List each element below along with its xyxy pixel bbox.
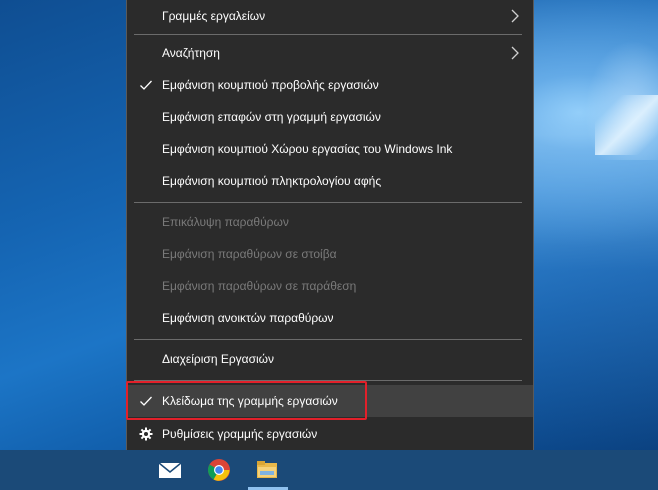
annotation-highlight-box	[126, 381, 367, 420]
chrome-icon[interactable]	[207, 458, 231, 482]
menu-item-label: Εμφάνιση κουμπιού Χώρου εργασίας του Win…	[162, 142, 453, 156]
menu-item-stack-windows: Εμφάνιση παραθύρων σε στοίβα	[127, 238, 533, 270]
menu-item-label: Επικάλυψη παραθύρων	[162, 215, 289, 229]
menu-item-show-task-view-button[interactable]: Εμφάνιση κουμπιού προβολής εργασιών	[127, 69, 533, 101]
menu-item-show-windows-ink-button[interactable]: Εμφάνιση κουμπιού Χώρου εργασίας του Win…	[127, 133, 533, 165]
menu-item-label: Εμφάνιση κουμπιού προβολής εργασιών	[162, 78, 379, 92]
menu-item-label: Ρυθμίσεις γραμμής εργασιών	[162, 427, 318, 441]
menu-item-side-by-side-windows: Εμφάνιση παραθύρων σε παράθεση	[127, 270, 533, 302]
wallpaper-light-streak	[595, 95, 658, 155]
menu-item-label: Εμφάνιση παραθύρων σε παράθεση	[162, 279, 357, 293]
menu-item-label: Εμφάνιση επαφών στη γραμμή εργασιών	[162, 110, 381, 124]
menu-item-label: Εμφάνιση παραθύρων σε στοίβα	[162, 247, 337, 261]
taskbar[interactable]	[0, 450, 658, 490]
menu-item-task-manager[interactable]: Διαχείριση Εργασιών	[127, 343, 533, 375]
file-explorer-icon[interactable]	[255, 458, 279, 482]
menu-item-label: Εμφάνιση κουμπιού πληκτρολογίου αφής	[162, 174, 382, 188]
menu-item-search[interactable]: Αναζήτηση	[127, 37, 533, 69]
menu-item-show-touch-keyboard-button[interactable]: Εμφάνιση κουμπιού πληκτρολογίου αφής	[127, 165, 533, 197]
chevron-right-icon	[511, 9, 519, 23]
chevron-right-icon	[511, 46, 519, 60]
menu-separator	[134, 202, 522, 203]
menu-item-label: Αναζήτηση	[162, 46, 220, 60]
menu-item-toolbars[interactable]: Γραμμές εργαλείων	[127, 0, 533, 32]
menu-item-show-desktop[interactable]: Εμφάνιση ανοικτών παραθύρων	[127, 302, 533, 334]
menu-item-taskbar-settings[interactable]: Ρυθμίσεις γραμμής εργασιών	[127, 418, 533, 450]
menu-item-label: Εμφάνιση ανοικτών παραθύρων	[162, 311, 334, 325]
menu-item-label: Γραμμές εργαλείων	[162, 9, 266, 23]
menu-item-show-people[interactable]: Εμφάνιση επαφών στη γραμμή εργασιών	[127, 101, 533, 133]
menu-separator	[134, 339, 522, 340]
gear-icon	[139, 427, 153, 441]
mail-icon[interactable]	[158, 458, 182, 482]
checkmark-icon	[140, 80, 152, 90]
menu-separator	[134, 34, 522, 35]
menu-item-cascade-windows: Επικάλυψη παραθύρων	[127, 206, 533, 238]
menu-item-label: Διαχείριση Εργασιών	[162, 352, 275, 366]
